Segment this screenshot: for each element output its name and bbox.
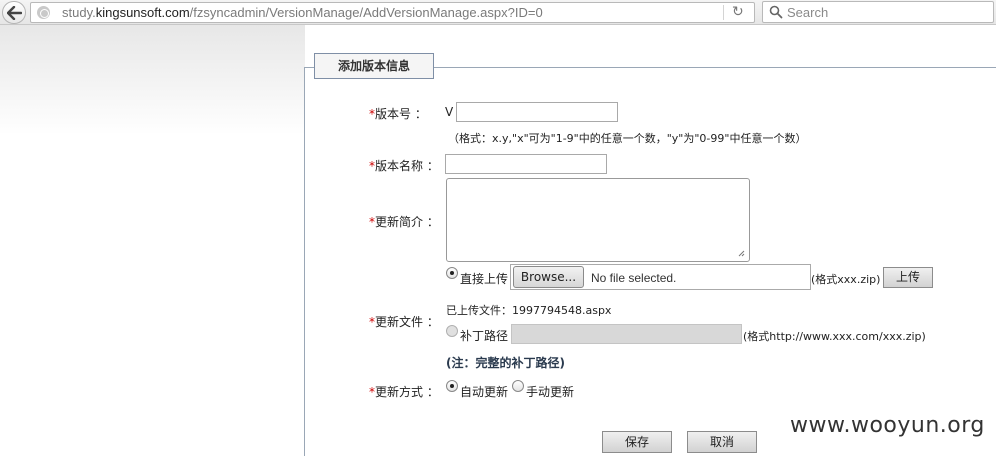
patch-format-hint: (格式http://www.xxx.com/xxx.zip) [743, 330, 926, 343]
version-prefix: V [445, 105, 454, 119]
direct-upload-label: 直接上传 [460, 272, 509, 286]
version-format-hint: （格式：x.y,"x"可为"1-9"中的任意一个数，"y"为"0-99"中任意一… [448, 132, 807, 145]
upload-button[interactable]: 上传 [883, 267, 933, 288]
patch-path-input[interactable] [511, 324, 742, 344]
page-shade [0, 25, 305, 135]
version-name-label: *版本名称 ： [369, 157, 439, 174]
patch-path-radio[interactable] [446, 325, 458, 337]
version-name-input[interactable] [445, 154, 607, 174]
browse-button[interactable]: Browse... [513, 266, 584, 288]
version-no-label: *版本号 ： [369, 105, 427, 122]
update-summary-textarea[interactable] [446, 178, 750, 262]
no-file-text: No file selected. [591, 271, 677, 285]
browser-toolbar: study.kingsunsoft.com/fzsyncadmin/Versio… [0, 0, 996, 25]
back-button[interactable] [2, 1, 26, 24]
auto-update-label: 自动更新 [460, 385, 509, 399]
url-text[interactable]: study.kingsunsoft.com/fzsyncadmin/Versio… [62, 5, 543, 20]
search-bar[interactable] [762, 1, 994, 23]
save-button[interactable]: 保存 [602, 431, 672, 453]
uploaded-file-text: 已上传文件：1997794548.aspx [446, 304, 612, 317]
form-legend: 添加版本信息 [314, 53, 434, 79]
manual-update-radio[interactable] [512, 380, 524, 392]
manual-update-label: 手动更新 [526, 385, 575, 399]
patch-path-note: (注：完整的补丁路径) [446, 356, 565, 370]
update-summary-label: *更新简介 ： [369, 213, 439, 230]
update-file-label-text: 更新文件 ： [375, 315, 439, 329]
watermark-text: www.wooyun.org [790, 413, 985, 438]
zip-format-hint: (格式xxx.zip) [811, 273, 881, 286]
globe-icon [37, 6, 50, 19]
patch-path-label: 补丁路径 [460, 329, 509, 343]
resize-grip-icon[interactable] [738, 250, 745, 257]
auto-update-radio[interactable] [446, 380, 458, 392]
back-arrow-icon [7, 6, 22, 20]
search-icon [769, 5, 783, 19]
url-prefix: study. [62, 5, 96, 20]
url-separator [723, 5, 724, 20]
url-bar[interactable]: study.kingsunsoft.com/fzsyncadmin/Versio… [30, 2, 755, 23]
url-host: kingsunsoft.com [95, 5, 190, 20]
update-summary-label-text: 更新简介 ： [375, 215, 439, 229]
file-input[interactable]: Browse... No file selected. [510, 264, 811, 290]
version-name-label-text: 版本名称 ： [375, 159, 439, 173]
cancel-button[interactable]: 取消 [687, 431, 757, 453]
reload-icon[interactable]: ↻ [732, 5, 746, 20]
search-input[interactable] [787, 3, 987, 21]
version-no-input[interactable] [456, 102, 618, 122]
update-mode-label-text: 更新方式 ： [375, 385, 439, 399]
update-file-label: *更新文件 ： [369, 313, 439, 330]
update-mode-label: *更新方式 ： [369, 383, 439, 400]
version-no-label-text: 版本号 ： [375, 107, 427, 121]
direct-upload-radio[interactable] [446, 267, 458, 279]
url-path: /fzsyncadmin/VersionManage/AddVersionMan… [189, 5, 543, 20]
